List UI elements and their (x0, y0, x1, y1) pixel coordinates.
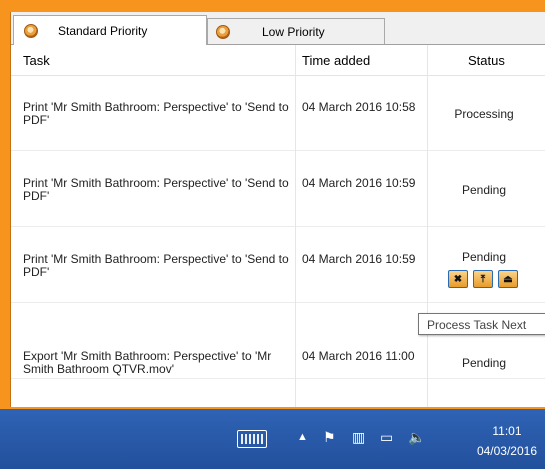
tooltip: Process Task Next (418, 313, 545, 335)
move-to-top-button[interactable]: ⤒ (473, 270, 493, 288)
clock-date: 04/03/2016 (476, 444, 537, 458)
column-header-time[interactable]: Time added (302, 53, 370, 68)
table-row[interactable]: Print 'Mr Smith Bathroom: Perspective' t… (11, 228, 545, 303)
time-cell: 04 March 2016 10:58 (302, 100, 416, 114)
windows-taskbar: ▲ ⚑ ▥ ▭ 🔈 11:01 04/03/2016 (0, 409, 545, 469)
tab-label: Standard Priority (58, 23, 148, 38)
flag-icon[interactable]: ⚑ (323, 429, 336, 446)
network-icon[interactable]: ▥ (352, 429, 365, 446)
table-row[interactable]: Print 'Mr Smith Bathroom: Perspective' t… (11, 152, 545, 227)
task-cell: Print 'Mr Smith Bathroom: Perspective' t… (23, 100, 289, 127)
task-cell: Export 'Mr Smith Bathroom: Perspective' … (23, 349, 272, 376)
status-cell: Pending (461, 356, 507, 370)
tab-label: Low Priority (262, 24, 325, 39)
column-divider (295, 45, 296, 407)
cancel-icon: ✖ (453, 273, 463, 285)
taskbar-clock[interactable]: 11:01 04/03/2016 (477, 421, 537, 461)
chevron-up-icon[interactable]: ▲ (297, 431, 308, 443)
cancel-task-button[interactable]: ✖ (448, 270, 468, 288)
time-cell: 04 March 2016 10:59 (302, 176, 416, 190)
status-cell: Processing (454, 107, 514, 121)
clock-time: 11:01 (492, 424, 522, 438)
volume-icon[interactable]: 🔈 (408, 429, 425, 446)
grid-header: Task Time added Status (11, 45, 545, 76)
move-to-top-icon: ⤒ (480, 273, 486, 285)
priority-icon (24, 23, 38, 38)
keyboard-icon[interactable] (237, 430, 267, 448)
priority-icon (216, 24, 230, 39)
tab-standard-priority[interactable]: Standard Priority (13, 15, 207, 45)
column-header-status[interactable]: Status (468, 53, 505, 68)
time-cell: 04 March 2016 10:59 (302, 252, 416, 266)
task-cell: Print 'Mr Smith Bathroom: Perspective' t… (23, 176, 289, 203)
status-cell: Pending (461, 183, 507, 197)
column-divider (427, 45, 428, 407)
table-row[interactable]: Print 'Mr Smith Bathroom: Perspective' t… (11, 76, 545, 151)
status-cell: Pending (461, 250, 507, 264)
column-header-task[interactable]: Task (23, 53, 50, 68)
move-down-button[interactable]: ⏏ (498, 270, 518, 288)
queue-window: Standard Priority Low Priority Task Time… (10, 12, 545, 407)
tab-low-priority[interactable]: Low Priority (207, 18, 385, 44)
tab-bar: Standard Priority Low Priority (11, 12, 545, 45)
move-down-icon: ⏏ (503, 273, 513, 285)
row-actions: ✖ ⤒ ⏏ (448, 270, 518, 288)
display-icon[interactable]: ▭ (380, 429, 393, 446)
time-cell: 04 March 2016 11:00 (302, 349, 415, 363)
task-cell: Print 'Mr Smith Bathroom: Perspective' t… (23, 252, 289, 279)
